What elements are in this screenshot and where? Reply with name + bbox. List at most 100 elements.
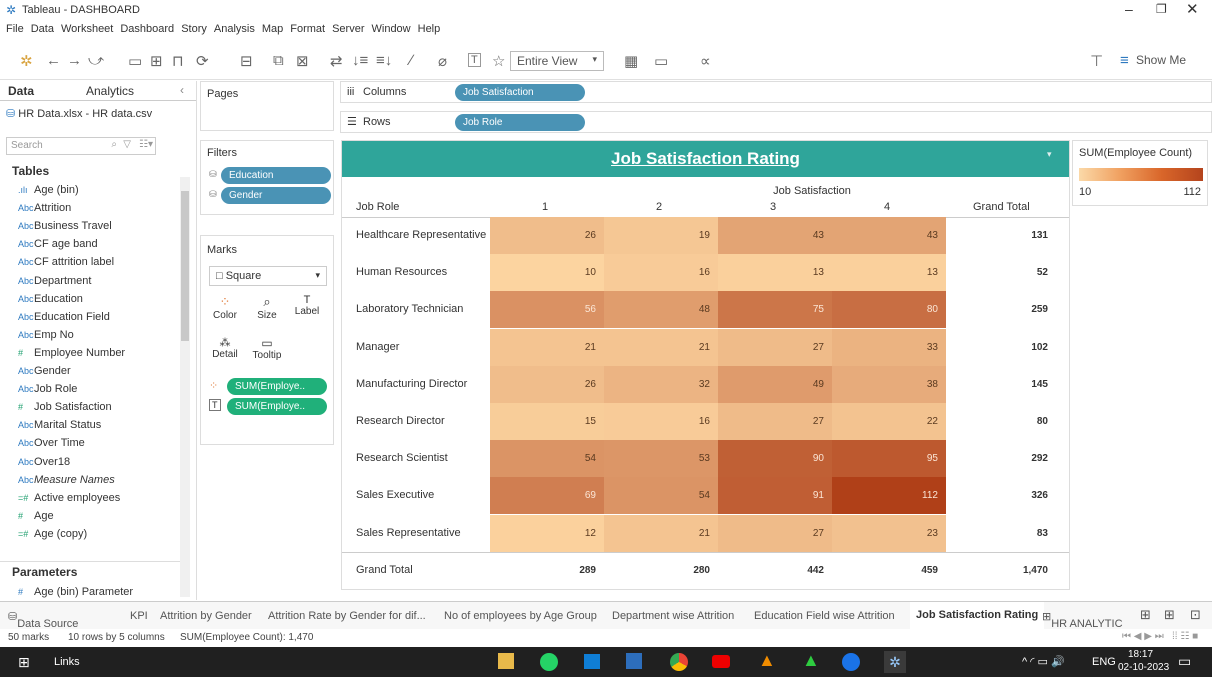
new-datasource-icon[interactable]: ⊞ <box>150 52 163 70</box>
menu-item[interactable]: Worksheet <box>61 23 113 35</box>
sort-descending-icon[interactable]: ≡↓ <box>376 52 392 69</box>
highlight-icon[interactable]: ∕ <box>410 52 413 69</box>
menu-item[interactable]: Server <box>332 23 364 35</box>
field-item[interactable]: AbcMeasure Names <box>18 474 115 486</box>
menu-item[interactable]: Data <box>31 23 54 35</box>
sheet-tab[interactable]: Education Field wise Attrition <box>754 610 895 622</box>
chrome-icon[interactable] <box>670 653 688 671</box>
field-item[interactable]: AbcMarital Status <box>18 419 101 431</box>
heatmap-cell[interactable]: 48 <box>604 291 718 329</box>
menu-item[interactable]: File <box>6 23 24 35</box>
show-me-icon[interactable]: ≡ <box>1120 52 1129 69</box>
save-icon[interactable]: ▭ <box>128 52 142 70</box>
pause-update-icon[interactable]: ⊓ <box>172 52 184 70</box>
columns-pill[interactable]: Job Satisfaction <box>455 84 585 101</box>
sheet-navigation-icon[interactable]: ⏮ ◀ ▶ ⏭ <box>1122 631 1164 642</box>
clear-sheet-icon[interactable]: ⊠ <box>296 52 309 70</box>
menu-item[interactable]: Map <box>262 23 283 35</box>
sheet-tab[interactable]: KPI <box>130 610 148 622</box>
tab-data[interactable]: Data <box>8 84 34 98</box>
view-options-icon[interactable]: ☷▾ <box>139 139 153 150</box>
heatmap-cell[interactable]: 69 <box>490 477 604 515</box>
chrome-profile-icon[interactable] <box>842 653 860 671</box>
language-indicator[interactable]: ENG <box>1092 656 1116 668</box>
heatmap-cell[interactable]: 54 <box>604 477 718 515</box>
heatmap-cell[interactable]: 49 <box>718 365 832 403</box>
menu-item[interactable]: Analysis <box>214 23 255 35</box>
file-explorer-icon[interactable] <box>498 653 514 669</box>
field-item[interactable]: # Job Satisfaction <box>18 401 112 413</box>
size-button[interactable]: ⌕ Size <box>251 294 283 330</box>
clock-time[interactable]: 18:17 <box>1128 649 1153 660</box>
close-icon[interactable]: ✕ <box>1186 0 1199 18</box>
search-field[interactable]: Search ⌕ ▽ ☷▾ <box>6 137 156 155</box>
menu-item[interactable]: Help <box>418 23 441 35</box>
heatmap-cell[interactable]: 112 <box>832 477 946 515</box>
field-item[interactable]: AbcOver Time <box>18 437 85 449</box>
color-button[interactable]: ⁘ Color <box>209 294 241 330</box>
label-measure-pill[interactable]: SUM(Employe.. <box>227 398 327 415</box>
tooltip-button[interactable]: ▭ Tooltip <box>247 336 287 372</box>
heatmap-cell[interactable]: 26 <box>490 217 604 254</box>
field-item[interactable]: =# Active employees <box>18 492 120 504</box>
new-dashboard-icon[interactable]: ⊞ <box>1164 607 1175 623</box>
new-worksheet-icon[interactable]: ⊞ <box>1140 607 1151 623</box>
minimize-icon[interactable]: – <box>1125 1 1133 17</box>
sort-ascending-icon[interactable]: ↓≡ <box>352 52 368 69</box>
new-story-icon[interactable]: ⊡ <box>1190 607 1201 623</box>
field-item[interactable]: AbcAttrition <box>18 202 71 214</box>
heatmap-cell[interactable]: 22 <box>832 403 946 440</box>
color-legend[interactable]: SUM(Employee Count) 10 112 <box>1072 140 1208 206</box>
field-item[interactable]: AbcCF attrition label <box>18 256 114 268</box>
heatmap-cell[interactable]: 43 <box>832 217 946 254</box>
view-size-select[interactable]: Entire View ▾ <box>510 51 604 71</box>
forward-icon[interactable]: → <box>67 52 82 69</box>
swap-icon[interactable]: ⇄ <box>330 52 343 70</box>
filter-icon[interactable]: ▽ <box>123 139 131 150</box>
tableau-taskbar-icon[interactable]: ✲ <box>884 651 906 673</box>
field-item[interactable]: AbcBusiness Travel <box>18 220 112 232</box>
label-button[interactable]: T Label <box>291 294 323 330</box>
show-labels-icon[interactable]: T <box>468 53 481 67</box>
field-item[interactable]: AbcDepartment <box>18 275 91 287</box>
sheet-tab[interactable]: ⊞ HR ANALYTIC <box>1042 610 1123 630</box>
parameter-item[interactable]: # Age (bin) Parameter <box>18 586 133 598</box>
heatmap-cell[interactable]: 90 <box>718 440 832 478</box>
heatmap-cell[interactable]: 21 <box>490 328 604 366</box>
heatmap-cell[interactable]: 15 <box>490 403 604 440</box>
filter-pill-gender[interactable]: Gender <box>221 187 331 204</box>
restore-icon[interactable]: ❐ <box>1156 2 1167 16</box>
field-item[interactable]: AbcEmp No <box>18 329 74 341</box>
notifications-icon[interactable]: ▭ <box>1178 653 1191 670</box>
heatmap-cell[interactable]: 23 <box>832 514 946 552</box>
sheet-tab[interactable]: No of employees by Age Group <box>444 610 597 622</box>
datasource-item[interactable]: ⛁ HR Data.xlsx - HR data.csv <box>6 107 152 120</box>
heatmap-cell[interactable]: 16 <box>604 254 718 292</box>
field-item[interactable]: AbcGender <box>18 365 71 377</box>
detail-button[interactable]: ⁂ Detail <box>209 336 241 372</box>
rows-pill[interactable]: Job Role <box>455 114 585 131</box>
field-item[interactable]: AbcJob Role <box>18 383 77 395</box>
drive-icon[interactable]: ▲ <box>802 650 820 671</box>
vlc-icon[interactable]: ▲ <box>758 650 776 671</box>
menu-item[interactable]: Dashboard <box>120 23 174 35</box>
heatmap-cell[interactable]: 56 <box>490 291 604 329</box>
system-tray-icons[interactable]: ^ ◜ ▭ 🔊 <box>1022 655 1065 668</box>
heatmap-cell[interactable]: 91 <box>718 477 832 515</box>
field-item[interactable]: AbcEducation <box>18 293 83 305</box>
field-item[interactable]: =# Age (copy) <box>18 528 87 540</box>
view-toggle-icon[interactable]: ⁞⁞ ☷ ■ <box>1172 631 1198 642</box>
heatmap-cell[interactable]: 19 <box>604 217 718 254</box>
field-item[interactable]: .ılı Age (bin) <box>18 184 79 196</box>
menu-item[interactable]: Window <box>372 23 411 35</box>
field-item[interactable]: # Age <box>18 510 54 522</box>
filter-pill-education[interactable]: Education <box>221 167 331 184</box>
heatmap-cell[interactable]: 53 <box>604 440 718 478</box>
heatmap-cell[interactable]: 38 <box>832 365 946 403</box>
field-item[interactable]: AbcOver18 <box>18 456 70 468</box>
menu-item[interactable]: Format <box>290 23 325 35</box>
show-me-button[interactable]: Show Me <box>1136 53 1186 67</box>
tableau-home-icon[interactable]: ✲ <box>20 52 33 70</box>
columns-shelf[interactable]: iii Columns Job Satisfaction <box>340 81 1212 103</box>
heatmap-cell[interactable]: 27 <box>718 403 832 440</box>
